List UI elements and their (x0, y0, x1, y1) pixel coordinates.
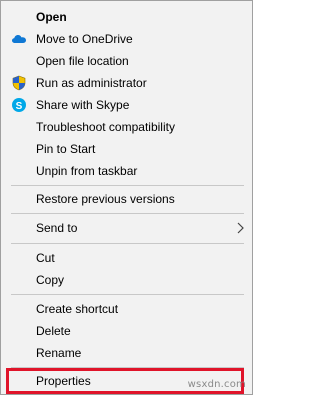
menu-item-pin-to-start-label: Pin to Start (36, 142, 96, 156)
menu-separator (11, 243, 244, 244)
menu-item-cut-label: Cut (36, 251, 55, 265)
menu-item-rename[interactable]: Rename (2, 342, 253, 364)
menu-item-send-to-label: Send to (36, 221, 78, 235)
menu-item-copy[interactable]: Copy (2, 269, 253, 291)
context-menu: Open Move to OneDrive Open file location… (0, 0, 253, 395)
menu-item-rename-label: Rename (36, 346, 82, 360)
menu-item-pin-to-start[interactable]: Pin to Start (2, 138, 253, 160)
menu-item-open-file-location-label: Open file location (36, 54, 129, 68)
menu-item-send-to[interactable]: Send to (2, 217, 253, 239)
menu-item-share-with-skype[interactable]: S Share with Skype (2, 94, 253, 116)
menu-item-copy-label: Copy (36, 273, 65, 287)
menu-item-share-with-skype-label: Share with Skype (36, 98, 130, 112)
chevron-right-icon (235, 221, 245, 235)
uac-shield-icon (11, 75, 27, 91)
menu-item-open[interactable]: Open (2, 6, 253, 28)
menu-item-delete[interactable]: Delete (2, 320, 253, 342)
menu-item-delete-label: Delete (36, 324, 71, 338)
menu-item-unpin-from-taskbar[interactable]: Unpin from taskbar (2, 160, 253, 182)
onedrive-cloud-icon (11, 31, 27, 47)
menu-item-restore-previous-versions[interactable]: Restore previous versions (2, 188, 253, 210)
watermark: wsxdn.com (187, 379, 246, 390)
menu-separator (11, 185, 244, 186)
menu-item-move-to-onedrive[interactable]: Move to OneDrive (2, 28, 253, 50)
menu-item-run-as-administrator[interactable]: Run as administrator (2, 72, 253, 94)
menu-item-create-shortcut[interactable]: Create shortcut (2, 298, 253, 320)
menu-separator (11, 213, 244, 214)
svg-text:S: S (16, 101, 23, 112)
menu-item-open-label: Open (36, 10, 67, 24)
menu-item-cut[interactable]: Cut (2, 247, 253, 269)
menu-item-open-file-location[interactable]: Open file location (2, 50, 253, 72)
skype-icon: S (11, 97, 27, 113)
menu-item-troubleshoot-compatibility[interactable]: Troubleshoot compatibility (2, 116, 253, 138)
menu-item-create-shortcut-label: Create shortcut (36, 302, 119, 316)
menu-item-troubleshoot-compatibility-label: Troubleshoot compatibility (36, 120, 175, 134)
menu-item-restore-previous-versions-label: Restore previous versions (36, 192, 175, 206)
menu-item-unpin-from-taskbar-label: Unpin from taskbar (36, 164, 138, 178)
menu-separator (11, 294, 244, 295)
menu-item-move-to-onedrive-label: Move to OneDrive (36, 32, 133, 46)
menu-item-run-as-administrator-label: Run as administrator (36, 76, 147, 90)
